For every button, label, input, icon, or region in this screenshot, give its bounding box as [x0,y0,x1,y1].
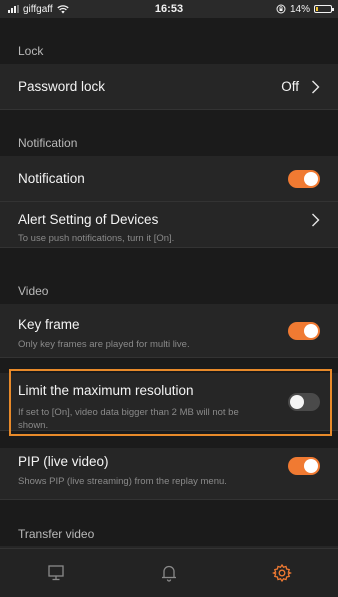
pip-row: PIP (live video) Shows PIP (live streami… [0,448,338,500]
tab-settings[interactable] [225,549,338,597]
section-header-video: Video [0,248,338,304]
spacer [0,431,338,448]
pip-description: Shows PIP (live streaming) from the repl… [18,476,227,487]
pip-toggle[interactable] [288,457,320,475]
notification-row: Notification [0,156,338,202]
bell-icon [162,565,176,582]
status-right: 14% [276,0,334,18]
section-header-lock: Lock [0,18,338,64]
alert-setting-row[interactable]: Alert Setting of Devices To use push not… [0,202,338,248]
settings-screen: giffgaff 16:53 14% Lock Password lock Of… [0,0,338,597]
alert-setting-label: Alert Setting of Devices [18,212,159,227]
alert-setting-description: To use push notifications, turn it [On]. [18,233,175,244]
spacer [0,358,338,373]
notification-label: Notification [18,171,85,186]
status-bar: giffgaff 16:53 14% [0,0,338,18]
limit-resolution-label: Limit the maximum resolution [18,383,194,398]
tab-bar [0,548,338,597]
chevron-right-icon [312,213,320,227]
key-frame-description: Only key frames are played for multi liv… [18,339,190,350]
limit-resolution-description: If set to [On], video data bigger than 2… [18,407,239,431]
limit-resolution-row: Limit the maximum resolution If set to [… [0,373,338,431]
battery-fill [316,7,318,11]
key-frame-row: Key frame Only key frames are played for… [0,304,338,358]
key-frame-label: Key frame [18,317,80,332]
tab-notifications[interactable] [113,549,226,597]
monitor-icon [48,565,64,581]
limit-resolution-toggle[interactable] [288,393,320,411]
battery-icon [314,5,334,13]
section-header-transfer-video: Transfer video [0,500,338,546]
section-header-notification: Notification [0,110,338,156]
password-lock-row[interactable]: Password lock Off [0,64,338,110]
key-frame-toggle[interactable] [288,322,320,340]
pip-label: PIP (live video) [18,454,109,469]
battery-percent: 14% [289,3,310,15]
settings-list[interactable]: Lock Password lock Off Notification Noti… [0,18,338,549]
password-lock-value: Off [281,79,299,94]
gear-icon [271,563,292,583]
notification-toggle[interactable] [288,169,320,188]
password-lock-value-area: Off [281,79,320,94]
password-lock-label: Password lock [18,79,106,94]
chevron-right-icon [312,80,320,93]
rotation-lock-icon [276,4,286,14]
tab-live[interactable] [0,549,113,597]
